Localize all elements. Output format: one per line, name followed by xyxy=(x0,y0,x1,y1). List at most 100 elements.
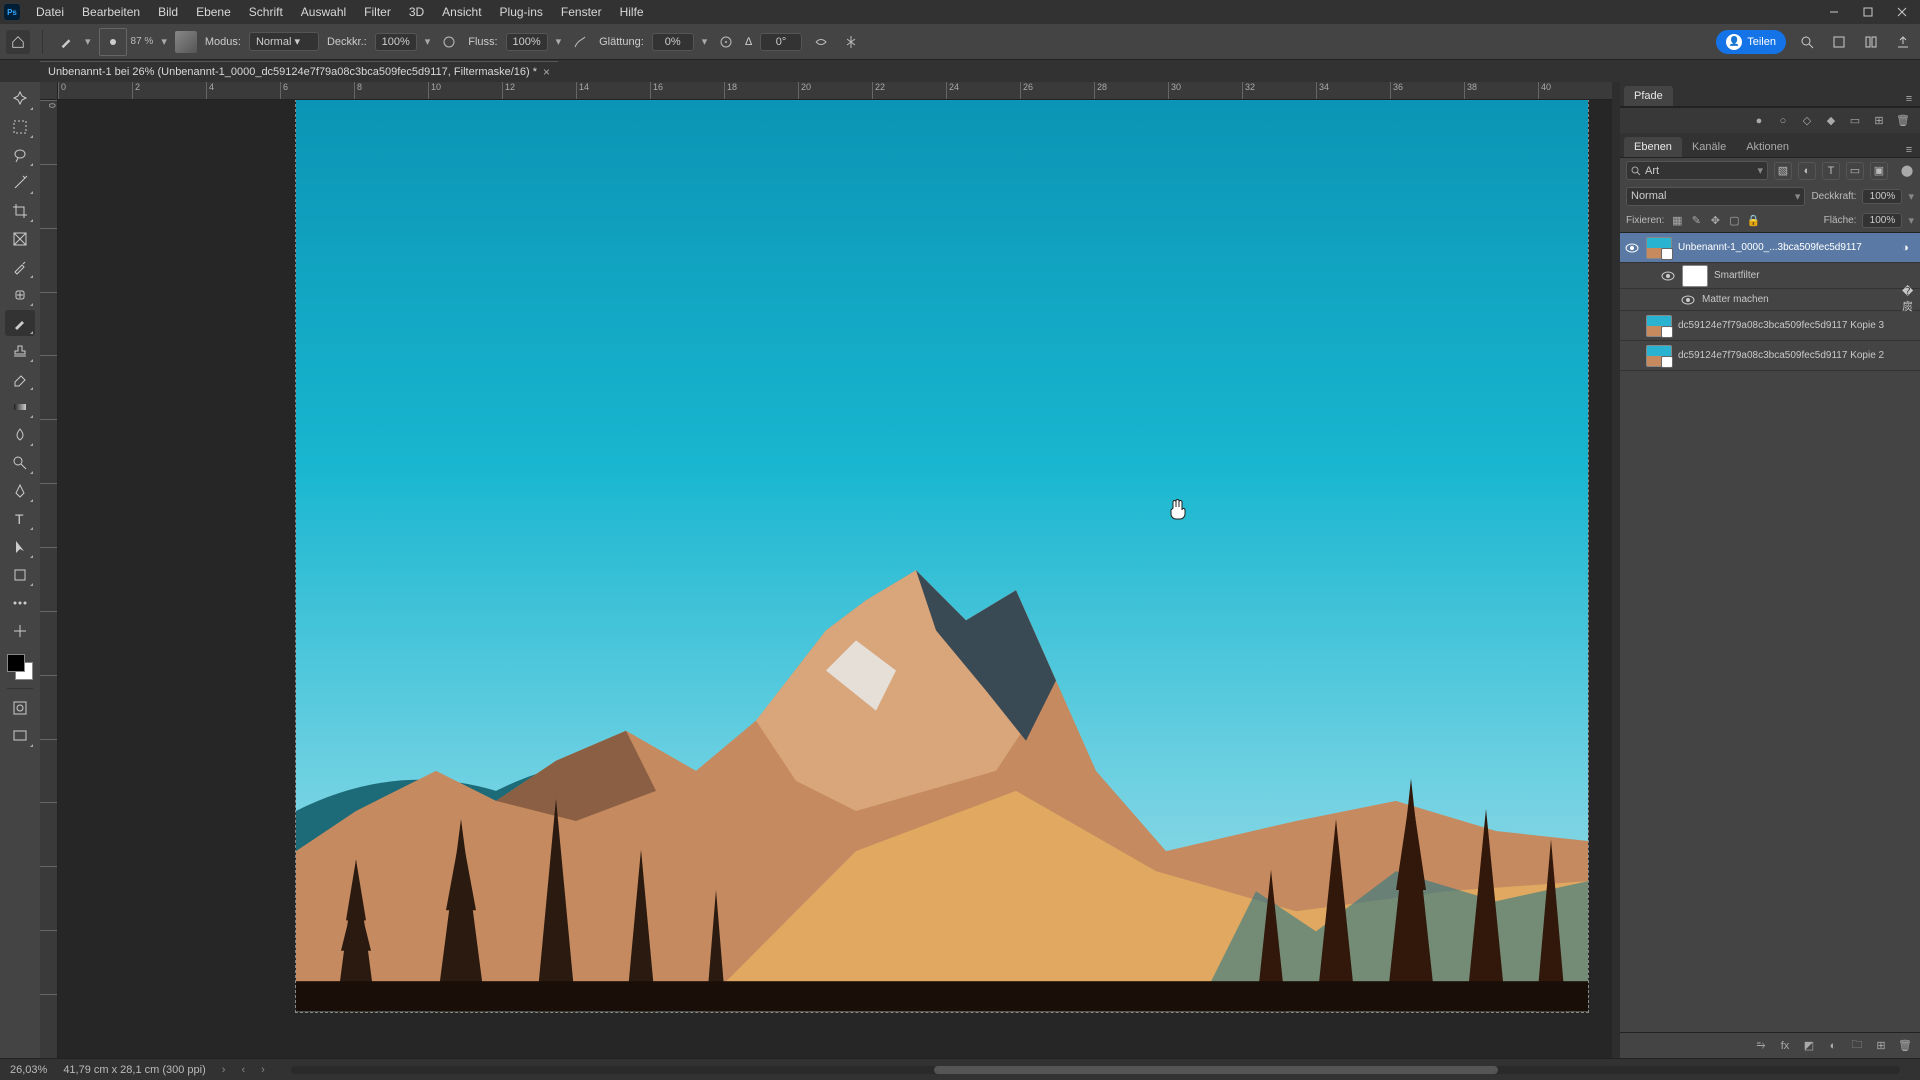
gradient-tool[interactable] xyxy=(5,394,35,420)
menu-schrift[interactable]: Schrift xyxy=(241,1,291,23)
menu-bearbeiten[interactable]: Bearbeiten xyxy=(74,1,148,23)
wand-tool[interactable] xyxy=(5,170,35,196)
menu-bild[interactable]: Bild xyxy=(150,1,186,23)
blend-mode-select[interactable]: Normal ▾ xyxy=(249,32,319,51)
new-group-icon[interactable]: 🗀 xyxy=(1850,1039,1864,1053)
add-mask-icon[interactable]: ▭ xyxy=(1848,114,1862,128)
menu-datei[interactable]: Datei xyxy=(28,1,72,23)
panel-menu-icon[interactable]: ≡ xyxy=(1902,92,1916,106)
canvas-viewport[interactable] xyxy=(58,100,1612,1058)
ruler-horizontal[interactable]: 0246810121416182022242628303234363840 xyxy=(58,82,1612,100)
eraser-tool[interactable] xyxy=(5,366,35,392)
menu-3d[interactable]: 3D xyxy=(401,1,432,23)
menu-plugins[interactable]: Plug-ins xyxy=(492,1,551,23)
layer-row[interactable]: Smartfilter xyxy=(1620,263,1920,289)
filter-smart-icon[interactable]: ▣ xyxy=(1870,162,1888,180)
filter-options-icon[interactable]: �扊 xyxy=(1902,285,1916,314)
angle-input[interactable]: 0° xyxy=(760,33,802,51)
tab-kanaele[interactable]: Kanäle xyxy=(1682,137,1736,157)
visibility-toggle[interactable] xyxy=(1660,271,1676,281)
blendmode-select[interactable]: Normal▾ xyxy=(1626,187,1805,206)
screenmode-button[interactable] xyxy=(5,723,35,749)
layer-row[interactable]: Unbenannt-1_0000_...3bca509fec5d9117 ◑ xyxy=(1620,233,1920,263)
layer-filter-select[interactable]: Art ▾ xyxy=(1626,161,1768,180)
flow-input[interactable]: 100% xyxy=(506,33,548,51)
adjustment-layer-icon[interactable]: ◐ xyxy=(1826,1039,1840,1053)
tab-pfade[interactable]: Pfade xyxy=(1624,86,1673,106)
ruler-vertical[interactable]: 0 xyxy=(40,100,58,1058)
shape-tool[interactable] xyxy=(5,562,35,588)
menu-auswahl[interactable]: Auswahl xyxy=(293,1,354,23)
airbrush-icon[interactable] xyxy=(569,31,591,53)
horizontal-scrollbar[interactable] xyxy=(291,1066,1900,1074)
filter-shape-icon[interactable]: ▭ xyxy=(1846,162,1864,180)
home-button[interactable] xyxy=(6,30,30,54)
tab-close-icon[interactable]: × xyxy=(543,65,550,79)
selection-to-path-icon[interactable]: ◆ xyxy=(1824,114,1838,128)
lock-position-icon[interactable]: ✥ xyxy=(1708,214,1722,228)
ruler-origin[interactable] xyxy=(40,82,58,100)
menu-fenster[interactable]: Fenster xyxy=(553,1,610,23)
smoothing-input[interactable]: 0% xyxy=(652,33,694,51)
type-tool[interactable]: T xyxy=(5,506,35,532)
tab-aktionen[interactable]: Aktionen xyxy=(1736,137,1799,157)
filter-mask-thumbnail[interactable] xyxy=(1682,265,1708,287)
layer-row[interactable]: dc59124e7f79a08c3bca509fec5d9117 Kopie 3 xyxy=(1620,311,1920,341)
link-layers-icon[interactable]: ⥱ xyxy=(1754,1039,1768,1053)
eyedropper-tool[interactable] xyxy=(5,254,35,280)
smartfilter-icon[interactable]: ◑ xyxy=(1902,242,1916,254)
path-select-tool[interactable] xyxy=(5,534,35,560)
tab-ebenen[interactable]: Ebenen xyxy=(1624,137,1682,157)
visibility-toggle[interactable] xyxy=(1680,295,1696,305)
document-canvas[interactable] xyxy=(296,100,1588,1012)
stroke-path-icon[interactable]: ○ xyxy=(1776,114,1790,128)
layer-name[interactable]: Smartfilter xyxy=(1714,270,1916,281)
share-button[interactable]: 👤Teilen xyxy=(1716,30,1786,54)
fill-path-icon[interactable]: ● xyxy=(1752,114,1766,128)
color-swatches[interactable] xyxy=(5,652,35,682)
menu-ansicht[interactable]: Ansicht xyxy=(434,1,489,23)
dodge-tool[interactable] xyxy=(5,450,35,476)
zoom-level[interactable]: 26,03% xyxy=(10,1064,47,1076)
move-tool[interactable] xyxy=(5,86,35,112)
visibility-toggle[interactable] xyxy=(1624,243,1640,253)
edit-toolbar[interactable] xyxy=(5,618,35,644)
layer-thumbnail[interactable] xyxy=(1646,315,1672,337)
document-tab[interactable]: Unbenannt-1 bei 26% (Unbenannt-1_0000_dc… xyxy=(40,61,558,82)
layer-row[interactable]: Matter machen �扊 xyxy=(1620,289,1920,311)
workspace-icon[interactable] xyxy=(1828,31,1850,53)
heal-tool[interactable] xyxy=(5,282,35,308)
lock-pixels-icon[interactable]: ✎ xyxy=(1689,214,1703,228)
panel-menu-icon[interactable]: ≡ xyxy=(1902,143,1916,157)
menu-filter[interactable]: Filter xyxy=(356,1,399,23)
panel-divider[interactable] xyxy=(1612,82,1620,1058)
tool-preset-picker[interactable] xyxy=(55,31,77,53)
pen-tool[interactable] xyxy=(5,478,35,504)
filter-name[interactable]: Matter machen xyxy=(1702,294,1896,305)
layer-thumbnail[interactable] xyxy=(1646,345,1672,367)
document-dimensions[interactable]: 41,79 cm x 28,1 cm (300 ppi) xyxy=(63,1064,205,1076)
status-arrow-icon[interactable]: › xyxy=(222,1064,226,1076)
pressure-size-icon[interactable] xyxy=(810,31,832,53)
fx-icon[interactable]: fx xyxy=(1778,1039,1792,1053)
maximize-button[interactable] xyxy=(1854,2,1882,22)
crop-tool[interactable] xyxy=(5,198,35,224)
lasso-tool[interactable] xyxy=(5,142,35,168)
new-path-icon[interactable]: ⊞ xyxy=(1872,114,1886,128)
status-nav-left-icon[interactable]: ‹ xyxy=(241,1064,245,1076)
frame-tool[interactable] xyxy=(5,226,35,252)
brush-settings-button[interactable] xyxy=(175,31,197,53)
path-to-selection-icon[interactable]: ◇ xyxy=(1800,114,1814,128)
lock-transparent-icon[interactable]: ▦ xyxy=(1670,214,1684,228)
arrange-icon[interactable] xyxy=(1860,31,1882,53)
opacity-pressure-icon[interactable] xyxy=(438,31,460,53)
menu-hilfe[interactable]: Hilfe xyxy=(612,1,652,23)
layer-row[interactable]: dc59124e7f79a08c3bca509fec5d9117 Kopie 2 xyxy=(1620,341,1920,371)
delete-path-icon[interactable]: 🗑 xyxy=(1896,114,1910,128)
status-nav-right-icon[interactable]: › xyxy=(261,1064,265,1076)
more-tools[interactable] xyxy=(5,590,35,616)
lock-all-icon[interactable]: 🔒 xyxy=(1746,214,1760,228)
minimize-button[interactable] xyxy=(1820,2,1848,22)
smoothing-options-icon[interactable] xyxy=(715,31,737,53)
layer-name[interactable]: dc59124e7f79a08c3bca509fec5d9117 Kopie 2 xyxy=(1678,350,1916,361)
